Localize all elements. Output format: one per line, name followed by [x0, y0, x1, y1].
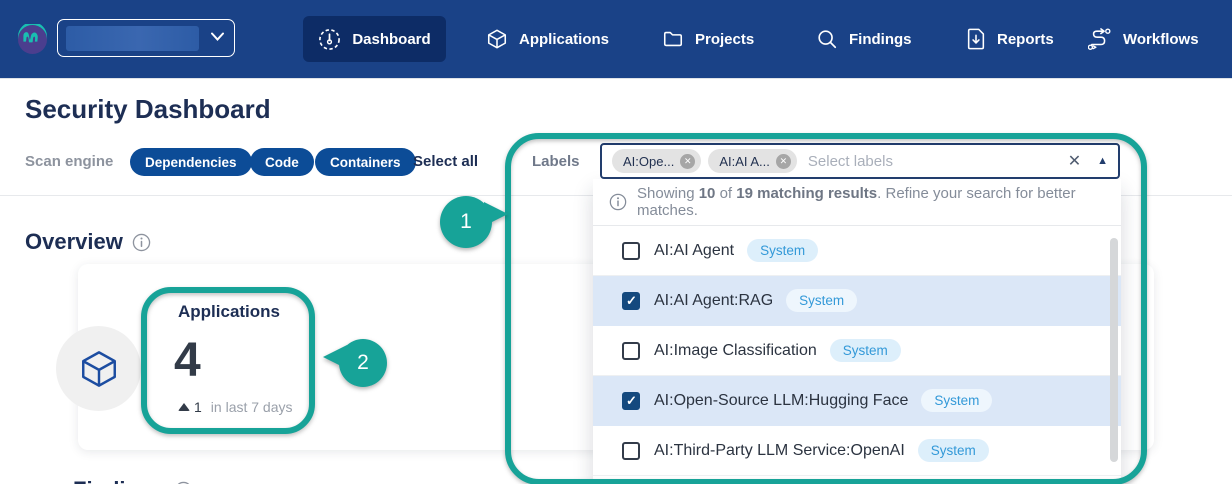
report-download-icon [966, 28, 986, 50]
checkbox-unchecked[interactable] [622, 342, 640, 360]
system-badge: System [830, 339, 901, 362]
applications-stat-label: Applications [178, 302, 280, 322]
labels-dropdown-panel: Showing 10 of 19 matching results. Refin… [593, 179, 1121, 484]
label-option-third-party-llm-service-openai[interactable]: AI:Third-Party LLM Service:OpenAI System [593, 426, 1121, 476]
scan-engine-pill-containers[interactable]: Containers [315, 148, 416, 176]
applications-stat-delta: 1 in last 7 days [178, 399, 293, 415]
option-label: AI:Open-Source LLM:Hugging Face [654, 392, 908, 410]
overview-heading-text: Overview [25, 229, 123, 255]
overview-heading: Overview [25, 229, 151, 255]
nav-item-label: Projects [695, 31, 754, 48]
label-option-ai-agent[interactable]: AI:AI Agent System [593, 226, 1121, 276]
scan-engine-label: Scan engine [25, 153, 113, 170]
info-icon[interactable] [132, 233, 151, 252]
nav-item-label: Applications [519, 31, 609, 48]
option-label: AI:AI Agent:RAG [654, 292, 773, 310]
delta-value: 1 [194, 399, 202, 415]
chip-remove-icon[interactable]: ✕ [776, 154, 791, 169]
system-badge: System [747, 239, 818, 262]
dashboard-icon [318, 28, 341, 51]
page-title: Security Dashboard [25, 94, 271, 125]
nav-item-findings[interactable]: Findings [802, 16, 926, 62]
annotation-pointer-icon [484, 202, 508, 226]
chip-remove-icon[interactable]: ✕ [680, 154, 695, 169]
collapse-caret-icon[interactable]: ▲ [1097, 155, 1108, 167]
delta-up-icon [178, 403, 190, 411]
nav-item-label: Findings [849, 31, 912, 48]
checkbox-unchecked[interactable] [622, 442, 640, 460]
dropdown-scrollbar[interactable] [1110, 238, 1118, 462]
scan-engine-pill-code[interactable]: Code [250, 148, 314, 176]
checkbox-unchecked[interactable] [622, 242, 640, 260]
annotation-step-2-badge: 2 [339, 339, 387, 387]
option-label: AI:Third-Party LLM Service:OpenAI [654, 442, 905, 460]
nav-item-dashboard[interactable]: Dashboard [303, 16, 446, 62]
label-chip: AI:Ope... ✕ [612, 149, 701, 173]
option-label: AI:Image Classification [654, 342, 817, 360]
summary-text: Showing 10 of 19 matching results. Refin… [637, 185, 1105, 219]
annotation-step-1-badge: 1 [440, 196, 492, 248]
cube-icon [78, 348, 120, 390]
org-selector[interactable] [57, 19, 235, 57]
clear-selection-icon[interactable]: ✕ [1068, 151, 1081, 171]
label-option-ai-agent-rag[interactable]: AI:AI Agent:RAG System [593, 276, 1121, 326]
info-icon [609, 193, 627, 211]
info-icon[interactable] [174, 481, 193, 484]
select-all-link[interactable]: Select all [413, 153, 478, 170]
org-selector-redacted-value [66, 26, 199, 51]
system-badge: System [921, 389, 992, 412]
nav-item-label: Reports [997, 31, 1054, 48]
label-option-open-source-llm-hugging-face[interactable]: AI:Open-Source LLM:Hugging Face System [593, 376, 1121, 426]
app-root: Dashboard Applications Projects Findings [0, 0, 1232, 484]
labels-select-placeholder: Select labels [808, 153, 1068, 170]
chevron-down-icon [211, 32, 224, 41]
labels-select-input[interactable]: AI:Ope... ✕ AI:AI A... ✕ Select labels ✕… [600, 143, 1120, 179]
nav-item-reports[interactable]: Reports [952, 16, 1068, 62]
system-badge: System [918, 439, 989, 462]
checkbox-checked[interactable] [622, 292, 640, 310]
nav-item-applications[interactable]: Applications [472, 16, 623, 62]
findings-heading: Findings [73, 477, 193, 484]
dropdown-results-summary: Showing 10 of 19 matching results. Refin… [593, 179, 1121, 226]
top-nav: Dashboard Applications Projects Findings [0, 0, 1232, 78]
label-chip: AI:AI A... ✕ [708, 149, 797, 173]
folder-icon [662, 28, 684, 50]
system-badge: System [786, 289, 857, 312]
annotation-pointer-icon [323, 345, 347, 369]
scan-engine-pill-dependencies[interactable]: Dependencies [130, 148, 252, 176]
search-icon [816, 28, 838, 50]
nav-item-label: Workflows [1123, 31, 1199, 48]
delta-caption: in last 7 days [211, 399, 293, 415]
nav-item-label: Dashboard [352, 31, 430, 48]
nav-item-projects[interactable]: Projects [648, 16, 768, 62]
label-chip-text: AI:AI A... [719, 154, 770, 169]
mend-logo-icon [17, 24, 48, 55]
workflow-icon [1088, 28, 1112, 50]
label-chip-text: AI:Ope... [623, 154, 674, 169]
applications-stat-icon-circle [56, 326, 141, 411]
option-label: AI:AI Agent [654, 242, 734, 260]
label-option-image-classification[interactable]: AI:Image Classification System [593, 326, 1121, 376]
nav-item-workflows[interactable]: Workflows [1074, 16, 1213, 62]
cube-icon [486, 28, 508, 50]
labels-label: Labels [532, 153, 580, 170]
findings-heading-text: Findings [73, 477, 165, 484]
checkbox-checked[interactable] [622, 392, 640, 410]
applications-stat-value: 4 [174, 333, 201, 388]
